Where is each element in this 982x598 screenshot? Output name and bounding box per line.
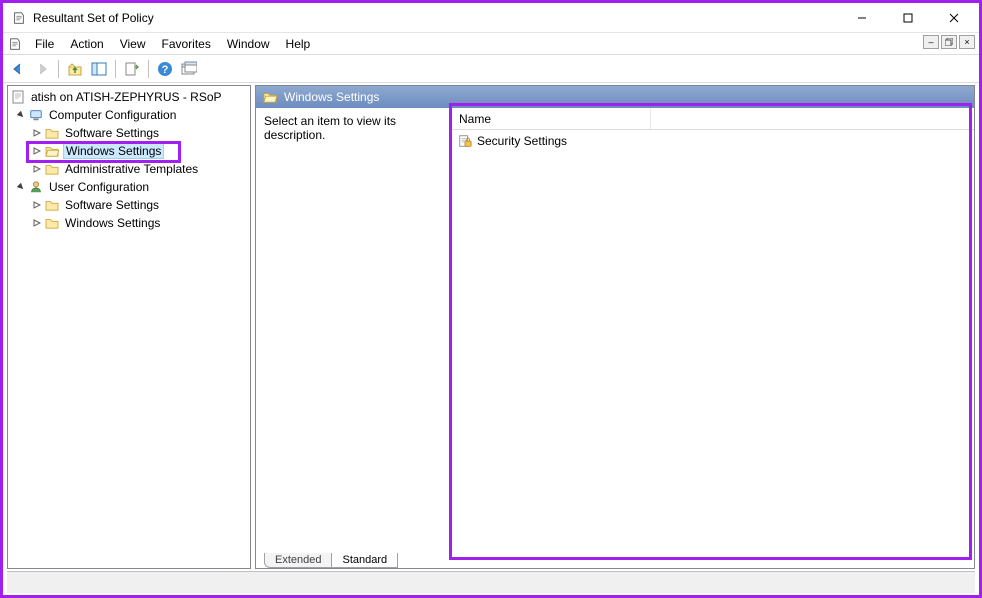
user-icon	[28, 179, 44, 195]
menu-favorites[interactable]: Favorites	[154, 35, 219, 53]
forward-button[interactable]	[31, 58, 53, 80]
tree-label: Software Settings	[63, 198, 161, 212]
tree-label: Windows Settings	[63, 143, 164, 159]
folder-icon	[44, 125, 60, 141]
toolbar-separator	[58, 60, 59, 78]
menubar: File Action View Favorites Window Help –…	[3, 33, 979, 55]
new-window-button[interactable]	[178, 58, 200, 80]
tree-uc-software[interactable]: Software Settings	[8, 196, 250, 214]
tree-label: Windows Settings	[63, 216, 162, 230]
list-item[interactable]: Security Settings	[451, 132, 974, 150]
tree-label: Software Settings	[63, 126, 161, 140]
help-button[interactable]: ?	[154, 58, 176, 80]
detail-pane: Windows Settings Select an item to view …	[255, 85, 975, 569]
window-title: Resultant Set of Policy	[33, 11, 839, 25]
export-list-button[interactable]	[121, 58, 143, 80]
tab-strip: Extended Standard	[256, 548, 974, 568]
close-button[interactable]	[931, 3, 977, 33]
tree-cc-software[interactable]: Software Settings	[8, 124, 250, 142]
mdi-restore-button[interactable]	[941, 35, 957, 49]
statusbar	[7, 571, 975, 593]
tree-uc-windows[interactable]: Windows Settings	[8, 214, 250, 232]
tree-label: Administrative Templates	[63, 162, 200, 176]
maximize-button[interactable]	[885, 3, 931, 33]
detail-header-text: Windows Settings	[284, 90, 379, 104]
tree-label: Computer Configuration	[47, 108, 178, 122]
minimize-button[interactable]	[839, 3, 885, 33]
expand-icon[interactable]	[30, 216, 44, 230]
toolbar: ?	[3, 55, 979, 83]
list-column[interactable]: Name Security Settings	[450, 108, 974, 548]
svg-text:?: ?	[162, 64, 169, 76]
toolbar-separator	[148, 60, 149, 78]
menu-action[interactable]: Action	[62, 35, 111, 53]
folder-icon	[44, 197, 60, 213]
titlebar: Resultant Set of Policy	[3, 3, 979, 33]
tree-root-label: atish on ATISH-ZEPHYRUS - RSoP	[29, 90, 224, 104]
description-column: Select an item to view its description.	[256, 108, 450, 548]
mdi-controls: – ×	[923, 35, 975, 49]
tree-computer-config[interactable]: Computer Configuration	[8, 106, 250, 124]
menu-file[interactable]: File	[27, 35, 62, 53]
folder-icon	[44, 161, 60, 177]
up-button[interactable]	[64, 58, 86, 80]
expand-icon[interactable]	[30, 198, 44, 212]
tab-extended[interactable]: Extended	[264, 553, 332, 568]
app-icon	[11, 10, 27, 26]
tree-cc-admin[interactable]: Administrative Templates	[8, 160, 250, 178]
folder-icon	[44, 215, 60, 231]
computer-icon	[28, 107, 44, 123]
description-prompt: Select an item to view its description.	[264, 114, 396, 142]
column-name[interactable]: Name	[451, 108, 651, 129]
back-button[interactable]	[7, 58, 29, 80]
tab-standard[interactable]: Standard	[331, 553, 398, 568]
tree-label: User Configuration	[47, 180, 151, 194]
content-area: atish on ATISH-ZEPHYRUS - RSoP Computer …	[3, 83, 979, 571]
collapse-icon[interactable]	[14, 108, 28, 122]
security-settings-icon	[457, 133, 473, 149]
folder-open-icon	[262, 89, 278, 105]
window-controls	[839, 3, 977, 33]
tree-pane[interactable]: atish on ATISH-ZEPHYRUS - RSoP Computer …	[7, 85, 251, 569]
folder-open-icon	[44, 143, 60, 159]
collapse-icon[interactable]	[14, 180, 28, 194]
list-header: Name	[451, 108, 974, 130]
expand-icon[interactable]	[30, 144, 44, 158]
document-icon	[10, 89, 26, 105]
detail-header: Windows Settings	[256, 86, 974, 108]
app-window: Resultant Set of Policy File Action View…	[0, 0, 982, 598]
detail-body: Select an item to view its description. …	[256, 108, 974, 548]
list-item-label: Security Settings	[477, 134, 567, 148]
tree-user-config[interactable]: User Configuration	[8, 178, 250, 196]
menu-view[interactable]: View	[112, 35, 154, 53]
toolbar-separator	[115, 60, 116, 78]
menu-help[interactable]: Help	[278, 35, 319, 53]
tree-root[interactable]: atish on ATISH-ZEPHYRUS - RSoP	[8, 88, 250, 106]
show-hide-tree-button[interactable]	[88, 58, 110, 80]
mdi-close-button[interactable]: ×	[959, 35, 975, 49]
expand-icon[interactable]	[30, 162, 44, 176]
menubar-app-icon	[7, 36, 23, 52]
list-items: Security Settings	[451, 130, 974, 152]
menu-window[interactable]: Window	[219, 35, 278, 53]
expand-icon[interactable]	[30, 126, 44, 140]
tree-cc-windows[interactable]: Windows Settings	[8, 142, 250, 160]
mdi-minimize-button[interactable]: –	[923, 35, 939, 49]
